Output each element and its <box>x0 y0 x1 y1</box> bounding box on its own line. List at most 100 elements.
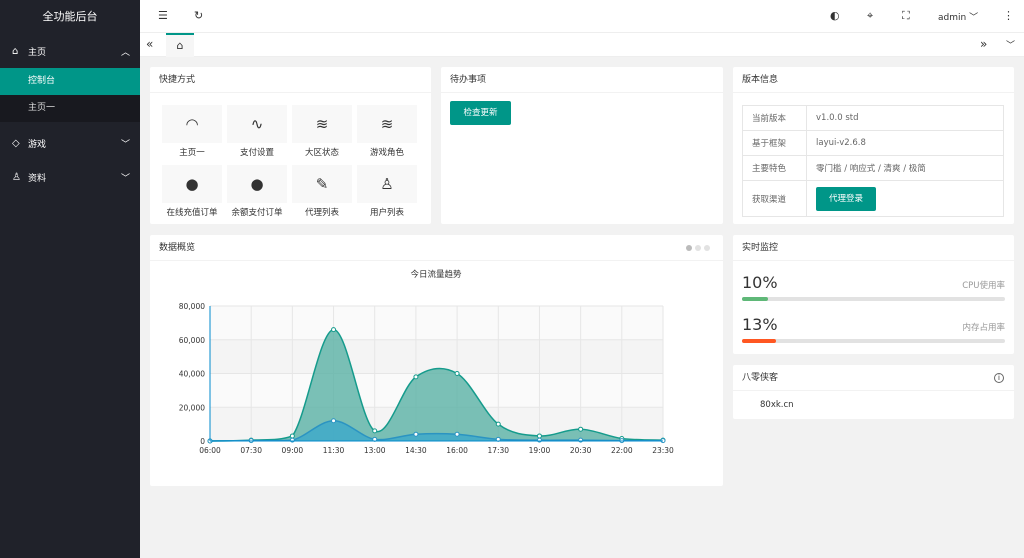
carousel-dot[interactable] <box>695 245 701 251</box>
version-value: 代理登录 <box>806 180 1004 217</box>
version-table: 当前版本 v1.0.0 std 基于框架 layui-v2.6.8 主要特色 零门槛 … <box>742 105 1004 217</box>
pulse-icon: ∿ <box>227 105 287 143</box>
edit-icon: ✎ <box>292 165 352 203</box>
y-tick-label: 60,000 <box>179 336 205 345</box>
nav-item-profile-label: 资料 <box>28 173 47 184</box>
nav-subitem-home-one[interactable]: 主页一 <box>0 95 140 122</box>
table-row: 主要特色 零门槛 / 响应式 / 清爽 / 极简 <box>742 155 1004 181</box>
todo-card: 待办事项 检查更新 <box>441 67 723 224</box>
data-point <box>454 371 460 376</box>
agent-login-button[interactable]: 代理登录 <box>816 186 876 211</box>
data-point <box>578 426 584 432</box>
nav-subitem-console[interactable]: 控制台 <box>0 68 140 95</box>
tab-menu-icon[interactable]: ﹀ <box>1006 38 1015 51</box>
shortcut-game-roles[interactable]: ≋ 游戏角色 <box>357 105 417 165</box>
x-tick-label: 13:00 <box>364 446 386 455</box>
carousel-dot[interactable] <box>704 245 710 251</box>
y-tick-label: 20,000 <box>179 403 205 412</box>
shortcut-label: 支付设置 <box>239 148 274 158</box>
grid-band <box>210 306 663 340</box>
shortcut-region-status[interactable]: ≋ 大区状态 <box>292 105 352 165</box>
chevron-up-icon: ︿ <box>120 47 130 58</box>
cpu-label: CPU使用率 <box>962 281 1005 291</box>
more-icon[interactable]: ⋮ <box>1003 9 1014 22</box>
tab-bar: « ⌂ » ﹀ <box>140 33 1024 57</box>
shortcut-user-list[interactable]: ♙ 用户列表 <box>357 165 417 225</box>
shortcut-label: 游戏角色 <box>369 148 404 158</box>
friend-title: 八零侠客 <box>733 365 1014 391</box>
data-point <box>413 431 419 437</box>
top-header: ☰ ↻ ◐ ⌖ ⛶ admin ﹀ ⋮ <box>140 0 1024 33</box>
data-point <box>454 431 460 437</box>
memory-label: 内存占用率 <box>962 323 1005 333</box>
tab-home[interactable]: ⌂ <box>166 33 194 57</box>
data-point <box>289 433 295 439</box>
refresh-icon[interactable]: ↻ <box>194 9 203 22</box>
compass-icon: ● <box>162 165 222 203</box>
overview-title: 数据概览 <box>150 235 723 261</box>
layers-icon: ≋ <box>357 105 417 143</box>
compass-icon: ● <box>227 165 287 203</box>
data-point <box>413 374 419 380</box>
check-update-button[interactable]: 检查更新 <box>450 101 511 125</box>
nav-item-game[interactable]: ◇ 游戏 ﹀ <box>0 126 140 160</box>
tag-icon[interactable]: ⌖ <box>867 9 873 23</box>
memory-progress-fill <box>742 339 777 343</box>
data-point <box>536 433 542 439</box>
nav-item-game-label: 游戏 <box>28 139 47 150</box>
x-tick-label: 06:00 <box>199 446 221 455</box>
info-icon[interactable]: i <box>994 373 1004 383</box>
user-icon: ♙ <box>12 171 21 183</box>
data-point <box>578 437 584 443</box>
version-value: layui-v2.6.8 <box>806 130 1004 156</box>
table-row: 当前版本 v1.0.0 std <box>742 105 1004 131</box>
table-row: 获取渠道 代理登录 <box>742 180 1004 217</box>
table-row: 基于框架 layui-v2.6.8 <box>742 130 1004 156</box>
shortcut-label: 在线充值订单 <box>166 208 218 218</box>
shortcut-payment-settings[interactable]: ∿ 支付设置 <box>227 105 287 165</box>
fullscreen-icon[interactable]: ⛶ <box>902 9 910 23</box>
overview-card: 数据概览 今日流量趋势 0 20,000 40,000 60,000 80,000 06:… <box>150 235 723 486</box>
friend-link[interactable]: 80xk.cn <box>760 400 794 410</box>
chart-title: 今日流量趋势 <box>410 269 462 280</box>
version-key: 主要特色 <box>742 155 807 181</box>
x-tick-label: 07:30 <box>240 446 262 455</box>
x-tick-label: 20:30 <box>570 446 592 455</box>
data-point <box>536 437 542 443</box>
x-tick-label: 16:00 <box>446 446 468 455</box>
monitor-title: 实时监控 <box>733 235 1014 261</box>
shortcut-label: 用户列表 <box>369 208 404 218</box>
x-tick-label: 14:30 <box>405 446 427 455</box>
home-icon: ⌂ <box>12 45 19 57</box>
shortcut-home-one[interactable]: ◠ 主页一 <box>162 105 222 165</box>
x-tick-label: 19:00 <box>529 446 551 455</box>
x-tick-label: 22:00 <box>611 446 633 455</box>
traffic-chart: 今日流量趋势 0 20,000 40,000 60,000 80,000 06:00 07:… <box>179 269 674 455</box>
scroll-right-icon[interactable]: » <box>980 37 987 51</box>
carousel-dot[interactable] <box>686 245 692 251</box>
nav-item-profile[interactable]: ♙ 资料 ﹀ <box>0 160 140 194</box>
theme-icon[interactable]: ◐ <box>830 9 840 22</box>
diamond-icon: ◇ <box>12 137 20 149</box>
version-key: 当前版本 <box>742 105 807 131</box>
memory-progress <box>742 339 1005 343</box>
shortcut-agent-list[interactable]: ✎ 代理列表 <box>292 165 352 225</box>
user-menu[interactable]: admin ﹀ <box>938 10 978 23</box>
version-value: 零门槛 / 响应式 / 清爽 / 极简 <box>806 155 1004 181</box>
memory-value: 13% <box>742 315 778 334</box>
carousel-dots[interactable] <box>686 245 710 251</box>
data-point <box>495 421 501 427</box>
shortcut-label: 余额支付订单 <box>231 208 283 218</box>
shortcut-balance-orders[interactable]: ● 余额支付订单 <box>227 165 287 225</box>
shortcut-online-orders[interactable]: ● 在线充值订单 <box>162 165 222 225</box>
x-tick-label: 17:30 <box>487 446 509 455</box>
version-title: 版本信息 <box>733 67 1014 93</box>
scroll-left-icon[interactable]: « <box>146 37 153 51</box>
version-card: 版本信息 当前版本 v1.0.0 std 基于框架 layui-v2.6.8 主要特… <box>733 67 1014 224</box>
cpu-progress <box>742 297 1005 301</box>
nav-item-home[interactable]: ⌂ 主页 ︿ <box>0 34 140 68</box>
cpu-progress-fill <box>742 297 769 301</box>
version-value: v1.0.0 std <box>806 105 1004 131</box>
nav-sub-home: 控制台 主页一 <box>0 68 140 122</box>
shrink-menu-icon[interactable]: ☰ <box>158 9 168 22</box>
